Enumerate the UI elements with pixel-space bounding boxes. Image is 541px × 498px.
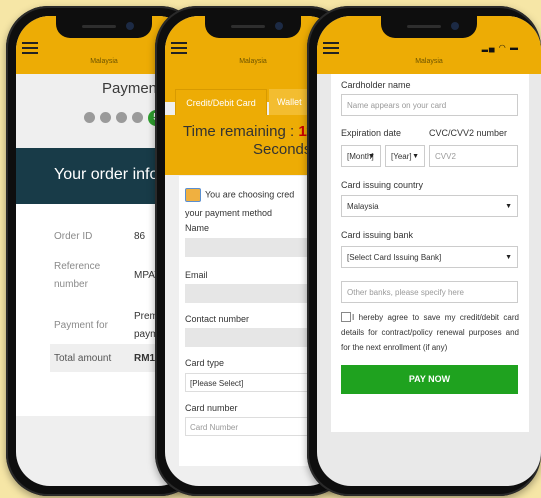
credit-card-icon — [185, 188, 201, 202]
bank-select[interactable]: [Select Card Issuing Bank] ▼ — [341, 246, 518, 268]
cvc-label: CVC/CVV2 number — [429, 128, 508, 138]
contact-label: Contact number — [185, 314, 250, 324]
pay-now-button[interactable]: PAY NOW — [341, 365, 518, 394]
reference-label-2: number — [54, 279, 88, 290]
step-dot — [100, 112, 111, 124]
order-id-label: Order ID — [54, 231, 93, 242]
chevron-down-icon: ▼ — [368, 153, 375, 160]
camera-icon — [275, 22, 283, 30]
brand-label: Malaysia — [415, 58, 443, 65]
year-select[interactable]: [Year] ▼ — [385, 145, 425, 167]
cardholder-label: Cardholder name — [341, 80, 411, 90]
email-label: Email — [185, 270, 208, 280]
cvv-input[interactable]: CVV2 — [429, 145, 518, 167]
card-type-label: Card type — [185, 358, 225, 368]
page-title: Payment — [102, 80, 162, 97]
camera-icon — [126, 22, 134, 30]
phone-3: Malaysia ▂▄ ◠ ▬ Cardholder name Name app… — [307, 6, 541, 496]
timer-unit: Seconds — [253, 141, 312, 158]
step-dot — [132, 112, 143, 124]
bank-label: Card issuing bank — [341, 230, 414, 240]
agree-text: I hereby agree to save my credit/debit c… — [341, 313, 519, 352]
menu-icon[interactable] — [323, 42, 339, 54]
notch — [381, 16, 477, 38]
tab-credit-debit-card[interactable]: Credit/Debit Card — [175, 89, 267, 116]
country-label: Card issuing country — [341, 180, 424, 190]
step-indicator: 5 — [84, 109, 164, 127]
choosing-text: You are choosing cred — [185, 188, 294, 202]
name-label: Name — [185, 223, 210, 233]
step-dot — [116, 112, 127, 124]
reference-label: Reference — [54, 261, 101, 272]
timer-text: Time remaining : 11 — [183, 123, 314, 140]
menu-icon[interactable] — [171, 42, 187, 54]
notch — [56, 16, 152, 38]
chevron-down-icon: ▼ — [412, 153, 419, 160]
card-number-label: Card number — [185, 403, 238, 413]
cardholder-input[interactable]: Name appears on your card — [341, 94, 518, 116]
chevron-down-icon: ▼ — [505, 254, 512, 261]
menu-icon[interactable] — [22, 42, 38, 54]
step-dot — [84, 112, 95, 124]
choosing-text-2: your payment method — [185, 208, 273, 218]
other-bank-input[interactable]: Other banks, please specify here — [341, 281, 518, 303]
payment-for-label: Payment for — [54, 320, 108, 331]
expiry-label: Expiration date — [341, 128, 402, 138]
notch — [205, 16, 301, 38]
camera-icon — [451, 22, 459, 30]
country-select[interactable]: Malaysia ▼ — [341, 195, 518, 217]
month-select[interactable]: [Month] ▼ — [341, 145, 381, 167]
chevron-down-icon: ▼ — [505, 203, 512, 210]
total-label: Total amount — [54, 353, 112, 364]
status-icons: ▂▄ ◠ ▬ — [481, 43, 519, 52]
order-id-value: 86 — [134, 231, 146, 242]
